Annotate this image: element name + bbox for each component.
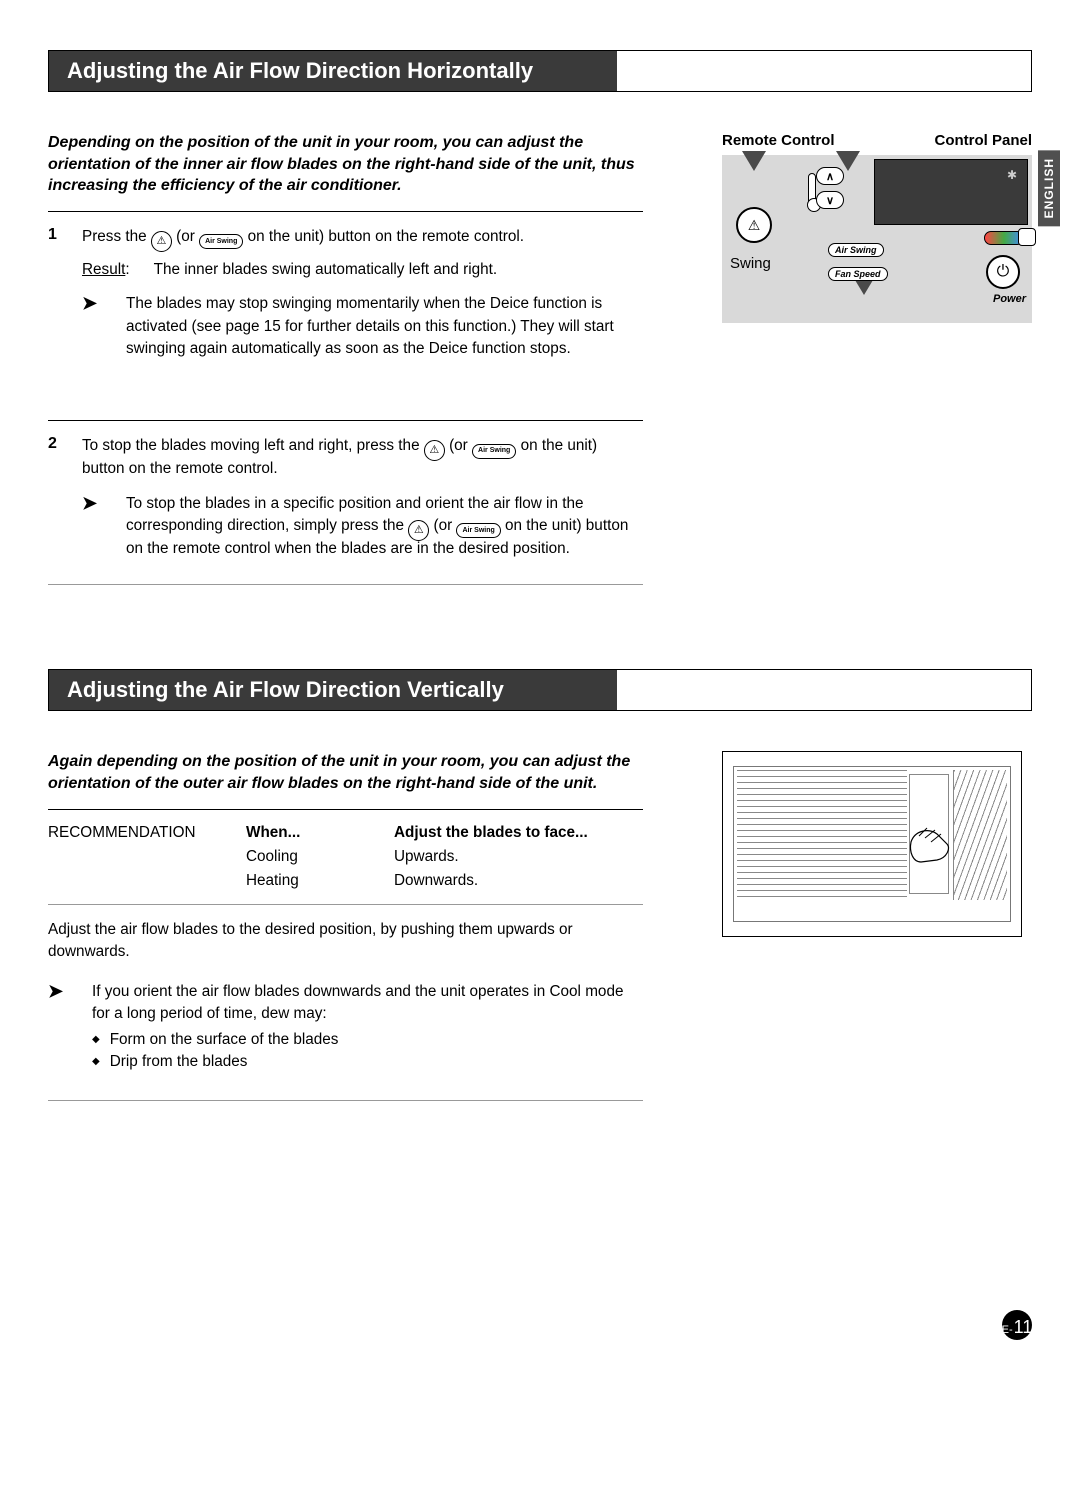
divider [48,420,643,421]
remote-control-label: Remote Control [722,132,835,149]
table-row: Cooling Upwards. [48,848,643,866]
title-bar-horizontal: Adjusting the Air Flow Direction Horizon… [48,50,1032,92]
slider-knob [1018,228,1036,246]
title-horizontal: Adjusting the Air Flow Direction Horizon… [49,51,617,91]
power-button: ⏻ [986,255,1020,289]
page-prefix: E- [1002,1324,1013,1336]
page-number-value: 11 [1014,1317,1033,1338]
step-2: 2 To stop the blades moving left and rig… [48,435,643,481]
fan-speed-button: Fan Speed [828,267,888,281]
recommendation-label: RECOMMENDATION [48,824,218,842]
vertical-note-intro: If you orient the air flow blades downwa… [92,983,623,1022]
display-screen: ✱ [874,159,1028,225]
temp-up-button: ∧ [816,167,844,185]
adjust-instruction: Adjust the air flow blades to the desire… [48,919,643,963]
col-when-header: When... [246,824,366,842]
title-vertical: Adjusting the Air Flow Direction Vertica… [49,670,617,710]
divider-light [48,584,643,585]
note-arrow-icon: ➤ [82,493,104,561]
air-swing-icon: Air Swing [456,523,500,538]
list-item: Drip from the blades [92,1051,643,1073]
col-adjust-header: Adjust the blades to face... [394,824,588,842]
air-swing-icon: Air Swing [199,234,243,249]
note-arrow-icon: ➤ [82,293,104,360]
remote-swing-label: Swing [730,255,771,272]
swing-icon: ⚠ [408,520,429,541]
note-arrow-icon: ➤ [48,981,70,1074]
step-1-number: 1 [48,226,60,282]
step-1-note: ➤ The blades may stop swinging momentari… [82,293,643,360]
swing-icon: ⚠ [151,231,172,252]
control-panel-diagram: ⚠ Swing ∧ ∨ ✱ Air Swing Fan Speed ⏻ Powe… [722,155,1032,323]
control-panel-label: Control Panel [934,132,1032,149]
divider [48,211,643,212]
divider-light [48,1100,643,1101]
air-swing-icon: Air Swing [472,444,516,459]
page-number: E-11 [1002,1310,1032,1340]
list-item: Form on the surface of the blades [92,1029,643,1051]
step-2-text-a: To stop the blades moving left and right… [82,437,424,454]
step-2-number: 2 [48,435,60,481]
vertical-intro: Again depending on the position of the u… [48,751,643,794]
divider [48,809,643,810]
temp-down-button: ∨ [816,191,844,209]
step-2-note: ➤ To stop the blades in a specific posit… [82,493,643,561]
table-row: Heating Downwards. [48,872,643,890]
step-1: 1 Press the ⚠ (or Air Swing on the unit)… [48,226,643,282]
step-2-note-b: (or [434,517,457,534]
ac-grille-icon [737,770,907,900]
result-text: The inner blades swing automatically lef… [154,259,498,281]
thermometer-icon [808,173,816,209]
step-2-text-b: (or [449,437,472,454]
when-cell: Cooling [246,848,366,866]
remote-swing-button: ⚠ [736,207,772,243]
pointer-icon [742,151,766,171]
step-1-text-a: Press the [82,228,151,245]
step-1-note-text: The blades may stop swinging momentarily… [126,293,643,360]
ac-unit-illustration [722,751,1022,937]
adjust-cell: Upwards. [394,848,459,866]
ac-side-panel-icon [953,770,1007,900]
step-1-text-b: (or [176,228,199,245]
when-cell: Heating [246,872,366,890]
hand-icon [907,822,955,866]
air-swing-button: Air Swing [828,243,884,257]
adjust-cell: Downwards. [394,872,478,890]
language-tab: ENGLISH [1038,150,1060,226]
title-bar-vertical: Adjusting the Air Flow Direction Vertica… [48,669,1032,711]
result-label: Result [82,261,125,278]
snowflake-icon: ✱ [1007,168,1017,182]
power-label: Power [993,293,1026,305]
step-1-text-c: on the unit) button on the remote contro… [248,228,524,245]
vertical-note: ➤ If you orient the air flow blades down… [48,981,643,1074]
swing-icon: ⚠ [424,440,445,461]
horizontal-intro: Depending on the position of the unit in… [48,132,643,197]
divider-light [48,904,643,905]
